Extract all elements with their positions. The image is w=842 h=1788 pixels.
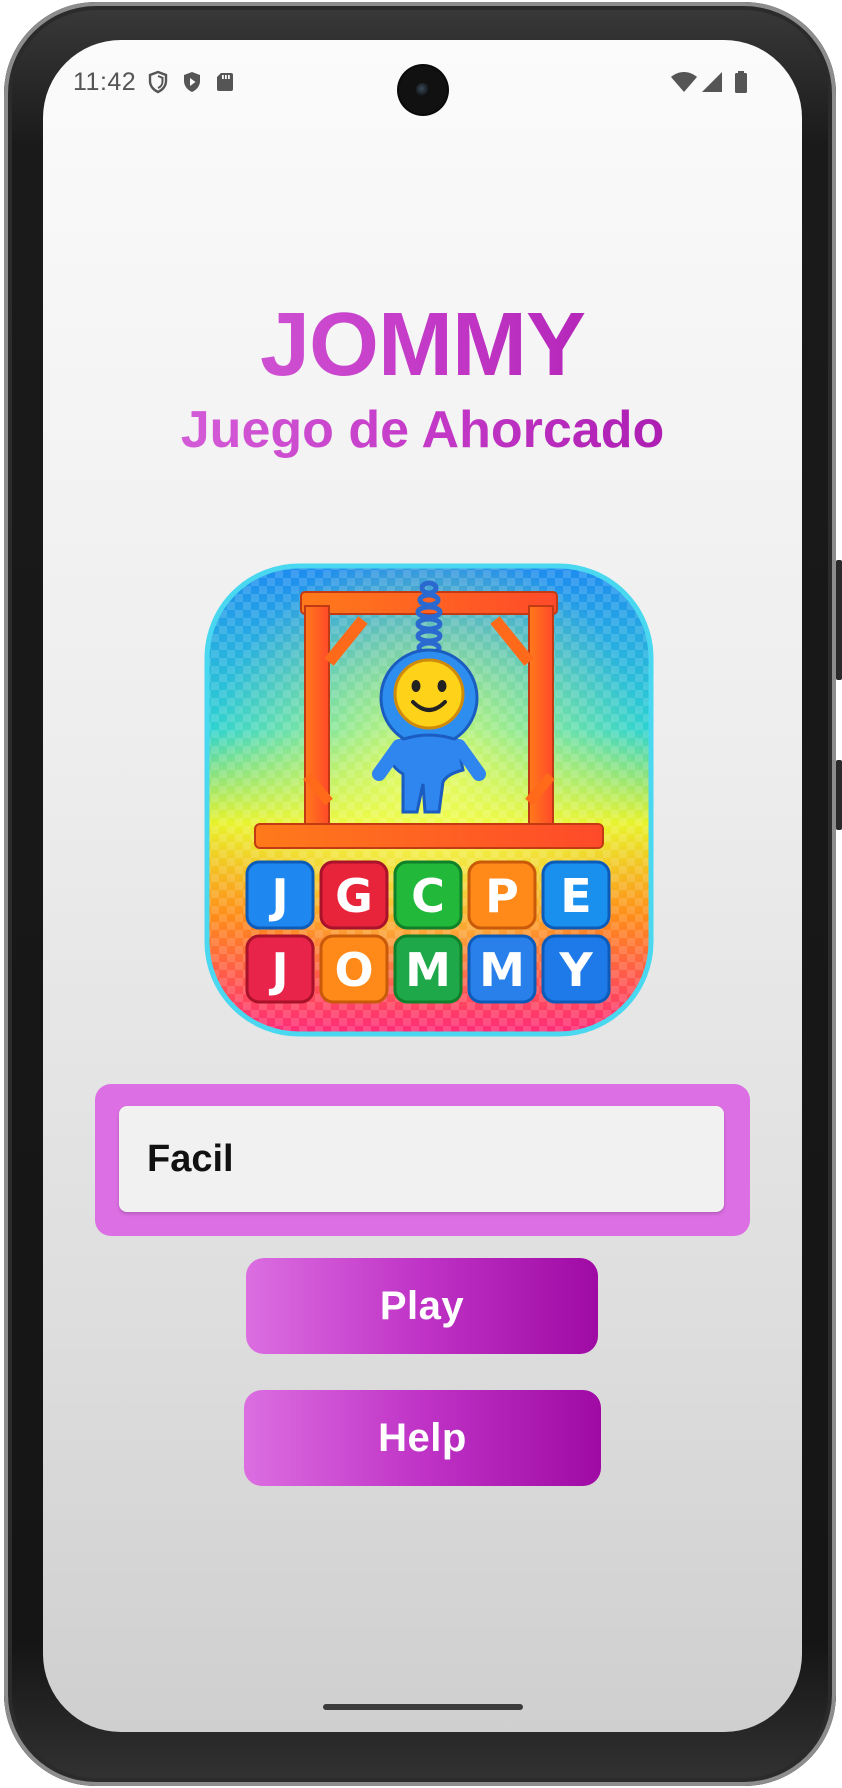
status-bar: 11:42	[43, 40, 802, 126]
logo-tile-letter: G	[335, 869, 373, 923]
wifi-icon	[671, 72, 697, 92]
difficulty-select[interactable]: Facil	[119, 1106, 724, 1212]
shield-outline-icon	[148, 70, 168, 94]
logo-tile-letter: M	[405, 943, 451, 997]
app-title: JOMMY	[43, 294, 802, 397]
play-button[interactable]: Play	[246, 1258, 598, 1354]
home-indicator[interactable]	[323, 1704, 523, 1710]
page: 11:42 JOMMY Juego de Ahorcado J G C P E …	[0, 0, 842, 1788]
logo-tile-letter: M	[479, 943, 525, 997]
logo-tile-letter: P	[485, 869, 519, 923]
help-button[interactable]: Help	[244, 1390, 601, 1486]
difficulty-selector-frame: Facil	[95, 1084, 750, 1236]
battery-icon	[735, 71, 747, 93]
volume-button	[836, 560, 842, 680]
logo-tile-letter: J	[268, 943, 288, 997]
logo-tile-letter: C	[411, 869, 445, 923]
logo-tile-letter: J	[268, 869, 288, 923]
play-shield-icon	[184, 72, 200, 92]
front-camera	[399, 66, 447, 114]
cell-signal-icon	[702, 72, 722, 92]
logo-tile-letter: Y	[558, 943, 593, 997]
power-button	[836, 760, 842, 830]
app-screen: 11:42 JOMMY Juego de Ahorcado J G C P E …	[43, 40, 802, 1732]
app-subtitle: Juego de Ahorcado	[43, 400, 802, 460]
hangman-logo-icon: J G C P E J O M M Y	[204, 563, 654, 1037]
logo-tile-letter: E	[560, 869, 591, 923]
status-time: 11:42	[73, 68, 137, 96]
sd-card-icon	[217, 73, 233, 91]
logo-tile-letter: O	[334, 943, 373, 997]
